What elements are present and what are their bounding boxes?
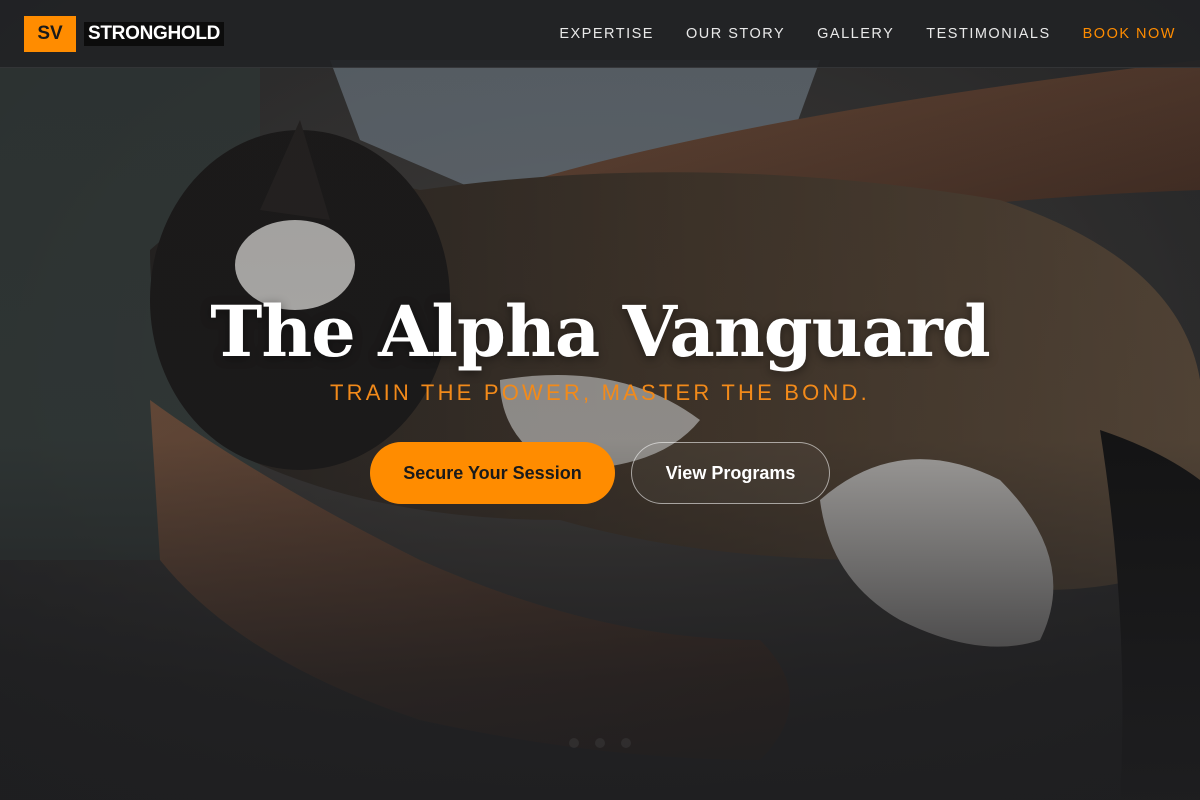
nav-item-expertise[interactable]: EXPERTISE	[559, 26, 654, 42]
hero-title: The Alpha Vanguard	[210, 290, 991, 373]
secure-session-button[interactable]: Secure Your Session	[370, 442, 615, 504]
site-header: SV STRONGHOLD EXPERTISE OUR STORY GALLER…	[0, 0, 1200, 68]
nav-book-now-link[interactable]: BOOK NOW	[1083, 26, 1176, 42]
scroll-indicator	[0, 738, 1200, 748]
scroll-dot	[569, 738, 579, 748]
hero-content: The Alpha Vanguard TRAIN THE POWER, MAST…	[0, 290, 1200, 504]
nav-item-gallery[interactable]: GALLERY	[817, 26, 894, 42]
brand-name: STRONGHOLD	[84, 21, 225, 46]
main-nav: EXPERTISE OUR STORY GALLERY TESTIMONIALS…	[559, 26, 1176, 42]
scroll-dot	[621, 738, 631, 748]
hero-actions: Secure Your Session View Programs	[370, 442, 830, 504]
nav-item-our-story[interactable]: OUR STORY	[686, 26, 785, 42]
hero-subtitle: TRAIN THE POWER, MASTER THE BOND.	[330, 380, 870, 405]
nav-item-testimonials[interactable]: TESTIMONIALS	[926, 26, 1050, 42]
brand-mark: SV	[24, 15, 76, 52]
brand-logo[interactable]: SV STRONGHOLD	[24, 15, 225, 52]
scroll-dot	[595, 738, 605, 748]
view-programs-button[interactable]: View Programs	[631, 442, 830, 504]
